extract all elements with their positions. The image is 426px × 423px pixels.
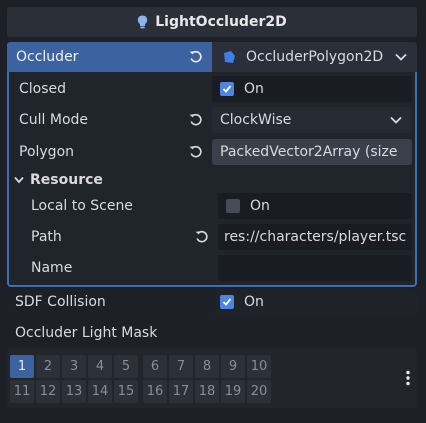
light-occluder-icon	[138, 15, 148, 29]
light-mask-label: Occluder Light Mask	[15, 325, 158, 341]
cull-mode-dropdown[interactable]: ClockWise	[212, 107, 412, 133]
sdf-collision-value: On	[244, 294, 264, 310]
closed-label: Closed	[19, 81, 67, 97]
revert-icon[interactable]	[194, 229, 210, 245]
revert-icon[interactable]	[188, 144, 204, 160]
occluder-resource-picker[interactable]: OccluderPolygon2D	[212, 42, 417, 72]
light-mask-bit-10[interactable]: 10	[247, 355, 271, 378]
sdf-collision-checkbox[interactable]: On	[212, 289, 417, 315]
chevron-down-icon	[14, 176, 24, 184]
local-to-scene-value: On	[250, 198, 270, 214]
path-input[interactable]: res://characters/player.tsc	[218, 224, 412, 250]
light-mask-bit-4[interactable]: 4	[88, 355, 112, 378]
light-mask-bit-7[interactable]: 7	[169, 355, 193, 378]
name-label: Name	[31, 260, 73, 276]
light-mask-bit-15[interactable]: 15	[114, 380, 138, 403]
light-mask-bit-11[interactable]: 11	[10, 380, 34, 403]
chevron-down-icon	[395, 53, 407, 61]
closed-checkbox[interactable]: On	[212, 76, 412, 102]
light-mask-bit-9[interactable]: 9	[221, 355, 245, 378]
light-mask-bit-1[interactable]: 1	[10, 355, 34, 378]
cull-mode-label: Cull Mode	[19, 112, 89, 128]
light-mask-bit-5[interactable]: 5	[114, 355, 138, 378]
local-to-scene-label: Local to Scene	[31, 198, 133, 214]
sdf-collision-label: SDF Collision	[15, 294, 106, 310]
occluder-label[interactable]: Occluder	[7, 42, 212, 72]
occluder-label-text: Occluder	[16, 49, 79, 65]
light-mask-bit-19[interactable]: 19	[221, 380, 245, 403]
checkbox-unchecked-icon	[226, 199, 240, 213]
checkbox-checked-icon	[220, 295, 234, 309]
polygon-label: Polygon	[19, 144, 75, 160]
checkbox-checked-icon	[220, 82, 234, 96]
revert-icon[interactable]	[188, 112, 204, 128]
polygon-array-button[interactable]: PackedVector2Array (size	[212, 139, 412, 165]
light-mask-bit-8[interactable]: 8	[195, 355, 219, 378]
cull-mode-value: ClockWise	[220, 112, 292, 128]
path-label: Path	[31, 229, 62, 245]
light-mask-bit-17[interactable]: 17	[169, 380, 193, 403]
inspector-title: LightOccluder2D	[155, 14, 287, 30]
chevron-down-icon	[390, 116, 402, 124]
resource-section-header[interactable]: Resource	[14, 170, 103, 190]
inspector-header: LightOccluder2D	[7, 7, 417, 37]
light-mask-bit-16[interactable]: 16	[143, 380, 167, 403]
polygon-value: PackedVector2Array (size	[220, 144, 398, 160]
light-mask-bit-20[interactable]: 20	[247, 380, 271, 403]
occluder-polygon-icon	[224, 51, 235, 63]
light-mask-bit-3[interactable]: 3	[62, 355, 86, 378]
light-mask-bit-18[interactable]: 18	[195, 380, 219, 403]
light-mask-bit-13[interactable]: 13	[62, 380, 86, 403]
occluder-value: OccluderPolygon2D	[246, 49, 384, 65]
local-to-scene-checkbox[interactable]: On	[218, 193, 412, 219]
resource-section-label: Resource	[30, 172, 103, 188]
closed-value: On	[244, 81, 264, 97]
light-mask-bit-2[interactable]: 2	[36, 355, 60, 378]
name-input[interactable]	[218, 255, 412, 281]
revert-icon[interactable]	[188, 49, 204, 65]
light-mask-bit-14[interactable]: 14	[88, 380, 112, 403]
path-value: res://characters/player.tsc	[224, 229, 407, 245]
kebab-menu-icon[interactable]	[405, 370, 411, 386]
light-mask-bit-12[interactable]: 12	[36, 380, 60, 403]
light-mask-bit-6[interactable]: 6	[143, 355, 167, 378]
